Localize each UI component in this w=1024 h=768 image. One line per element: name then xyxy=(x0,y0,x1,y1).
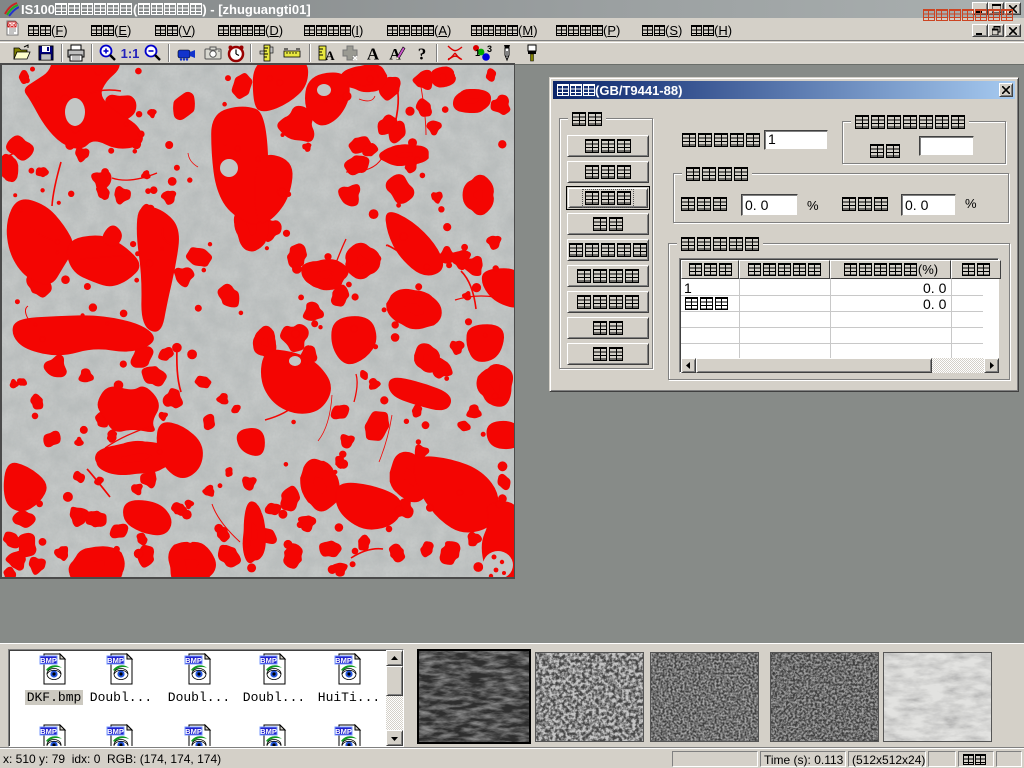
svg-text:3: 3 xyxy=(487,44,492,54)
svg-text:DOC: DOC xyxy=(7,23,18,28)
svg-text:BMP: BMP xyxy=(185,727,202,736)
svg-text:?: ? xyxy=(418,45,427,64)
svg-text:BMP: BMP xyxy=(260,727,277,736)
svg-text:BMP: BMP xyxy=(40,727,57,736)
svg-text:1: 1 xyxy=(475,48,480,58)
svg-text:BMP: BMP xyxy=(260,656,277,665)
svg-text:A: A xyxy=(367,45,380,64)
svg-text:BMP: BMP xyxy=(107,656,124,665)
svg-text:BMP: BMP xyxy=(40,656,57,665)
svg-text:BMP: BMP xyxy=(185,656,202,665)
svg-text:1:1: 1:1 xyxy=(121,46,140,61)
svg-text:BMP: BMP xyxy=(107,727,124,736)
svg-text:BMP: BMP xyxy=(335,656,352,665)
svg-text:A: A xyxy=(325,48,335,63)
svg-text:BMP: BMP xyxy=(335,727,352,736)
